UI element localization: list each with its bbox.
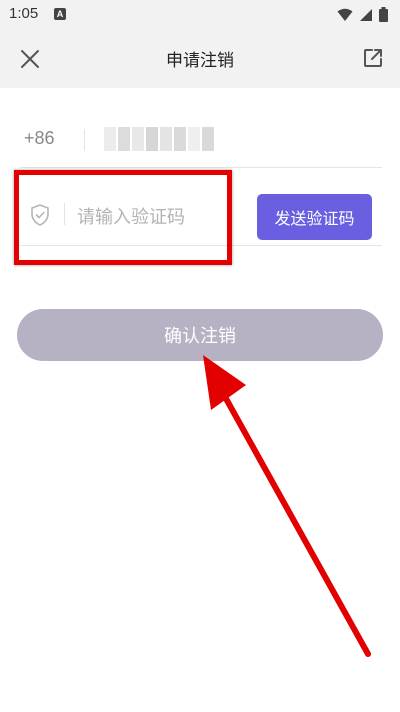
phone-row: +86 bbox=[20, 112, 382, 168]
phone-number-blurred bbox=[104, 127, 220, 151]
signal-icon bbox=[360, 8, 372, 21]
app-notification-icon: A bbox=[54, 8, 66, 20]
send-code-button[interactable]: 发送验证码 bbox=[257, 194, 372, 240]
status-bar: 1:05 A bbox=[0, 0, 400, 30]
divider bbox=[84, 129, 85, 151]
annotation-arrow-head bbox=[203, 355, 246, 410]
external-link-icon bbox=[364, 49, 382, 67]
page-title: 申请注销 bbox=[166, 51, 234, 71]
country-code: +86 bbox=[24, 128, 55, 148]
app-bar: 申请注销 bbox=[0, 30, 400, 88]
status-time: 1:05 bbox=[9, 5, 39, 22]
open-external-button[interactable] bbox=[361, 46, 385, 70]
confirm-cancel-account-button[interactable]: 确认注销 bbox=[17, 309, 383, 361]
annotation-arrow-shaft bbox=[216, 383, 371, 657]
battery-icon bbox=[379, 7, 388, 22]
annotation-highlight-box bbox=[14, 170, 232, 265]
status-icons bbox=[337, 7, 388, 22]
wifi-icon bbox=[337, 8, 353, 21]
